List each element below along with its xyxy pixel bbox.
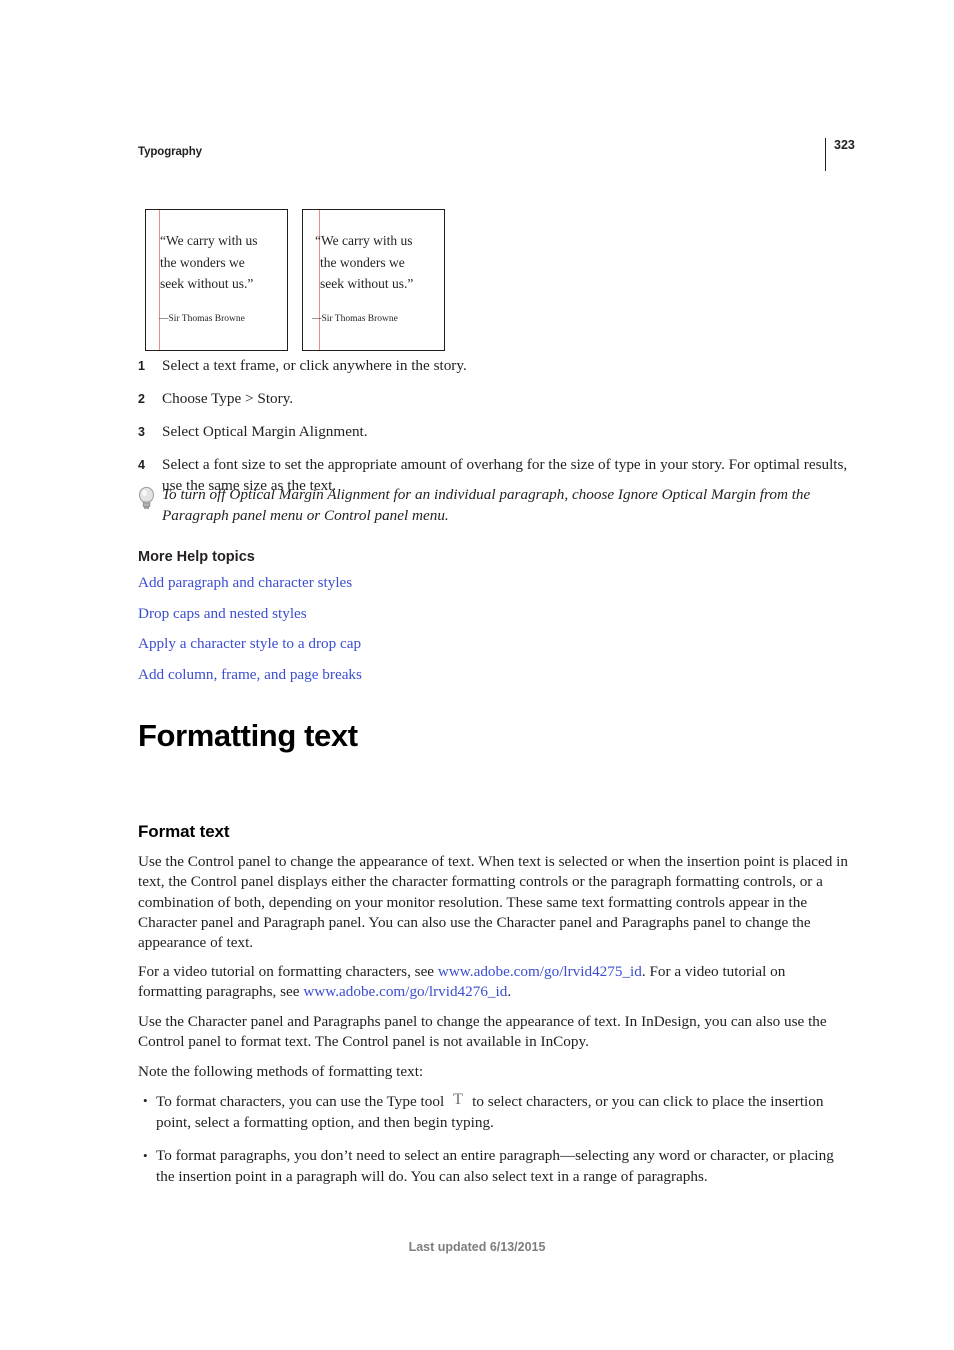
bullet-text: To format paragraphs, you don’t need to … — [156, 1147, 834, 1185]
header-section-title: Typography — [138, 146, 202, 158]
body-paragraph-with-links: For a video tutorial on formatting chara… — [138, 962, 852, 1003]
video-tutorial-link-characters[interactable]: www.adobe.com/go/lrvid4275_id — [438, 963, 642, 980]
figure-quote-after: “We carry with us the wonders we seek wi… — [315, 230, 414, 295]
page-number: 323 — [834, 138, 855, 152]
type-tool-icon: T — [448, 1090, 468, 1108]
list-item: 2 Choose Type > Story. — [138, 389, 852, 410]
figure-box-after: “We carry with us the wonders we seek wi… — [302, 209, 445, 351]
more-help-heading: More Help topics — [138, 549, 255, 565]
body-paragraph: Note the following methods of formatting… — [138, 1063, 424, 1080]
body-paragraph: Use the Character panel and Paragraphs p… — [138, 1013, 827, 1051]
quote-line: seek without us.” — [320, 276, 414, 291]
section-heading: Format text — [138, 822, 230, 841]
footer-last-updated: Last updated 6/13/2015 — [408, 1240, 546, 1254]
quote-line: “We carry with us — [160, 233, 258, 248]
step-text: Select a text frame, or click anywhere i… — [162, 357, 467, 374]
list-item: • To format paragraphs, you don’t need t… — [138, 1145, 852, 1187]
paragraph-text-segment: . — [507, 983, 512, 1001]
svg-text:T: T — [453, 1091, 463, 1108]
bullet-marker: • — [143, 1148, 148, 1163]
list-item: • To format characters, you can use the … — [138, 1090, 852, 1133]
quote-line: the wonders we — [160, 254, 245, 270]
running-header: Typography 323 — [138, 138, 860, 174]
quote-line: “We carry with us — [315, 233, 413, 248]
step-number: 3 — [138, 425, 145, 439]
video-tutorial-link-paragraphs[interactable]: www.adobe.com/go/lrvid4276_id — [303, 983, 507, 1000]
optical-margin-figure: “We carry with us the wonders we seek wi… — [145, 209, 455, 351]
paragraph-text-segment: For a video tutorial on formatting chara… — [138, 963, 438, 980]
body-paragraph: Use the Control panel to change the appe… — [138, 853, 848, 952]
help-link-add-column-frame-and-page-breaks[interactable]: Add column, frame, and page breaks — [138, 665, 638, 685]
step-text: Choose Type > Story. — [162, 390, 294, 407]
more-help-topics-section: More Help topics Add paragraph and chara… — [138, 549, 638, 695]
help-link-apply-a-character-style-to-a-drop-cap[interactable]: Apply a character style to a drop cap — [138, 634, 638, 654]
figure-box-before: “We carry with us the wonders we seek wi… — [145, 209, 288, 351]
tip-text: To turn off Optical Margin Alignment for… — [162, 486, 811, 524]
step-number: 2 — [138, 392, 145, 406]
header-divider-rule — [824, 138, 826, 171]
figure-attribution: —Sir Thomas Browne — [312, 314, 398, 324]
list-item: 3 Select Optical Margin Alignment. — [138, 422, 852, 443]
document-page: Typography 323 “We carry with us the won… — [0, 0, 954, 1350]
help-link-add-paragraph-and-character-styles[interactable]: Add paragraph and character styles — [138, 573, 638, 593]
quote-line: the wonders we — [320, 254, 405, 270]
bullet-marker: • — [143, 1093, 148, 1108]
help-link-drop-caps-and-nested-styles[interactable]: Drop caps and nested styles — [138, 604, 638, 624]
bulleted-list: • To format characters, you can use the … — [138, 1090, 852, 1199]
lightbulb-icon — [138, 486, 155, 510]
tip-callout: To turn off Optical Margin Alignment for… — [138, 484, 876, 526]
figure-attribution: —Sir Thomas Browne — [159, 314, 245, 324]
step-number: 1 — [138, 359, 145, 373]
list-item: 1 Select a text frame, or click anywhere… — [138, 356, 852, 377]
bullet-text-before-icon: To format characters, you can use the Ty… — [156, 1093, 445, 1110]
page-title: Formatting text — [138, 718, 358, 753]
step-number: 4 — [138, 458, 145, 472]
figure-quote-before: “We carry with us the wonders we seek wi… — [160, 230, 258, 295]
step-text: Select Optical Margin Alignment. — [162, 423, 368, 440]
quote-line: seek without us.” — [160, 276, 254, 291]
